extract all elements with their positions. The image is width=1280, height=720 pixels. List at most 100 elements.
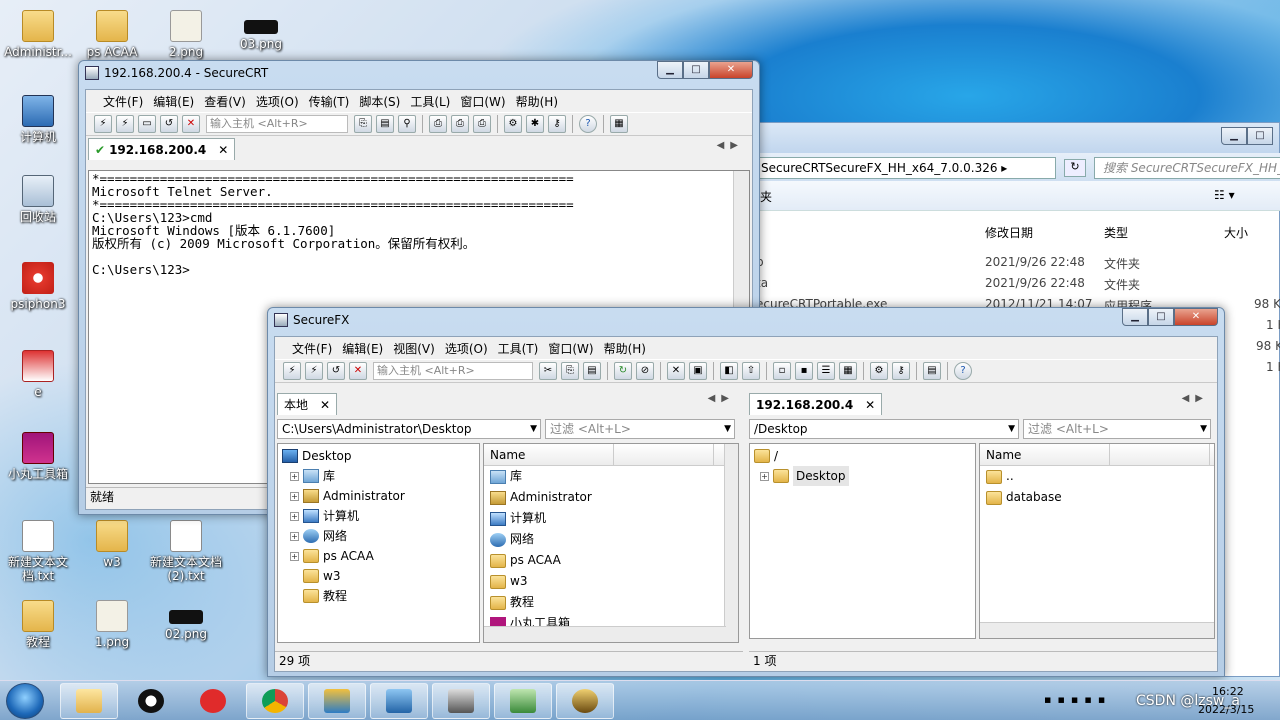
list-item[interactable]: 库 [484, 466, 738, 487]
list-item[interactable]: Administrator [484, 487, 738, 508]
expand-icon[interactable]: + [290, 511, 299, 521]
close-button[interactable]: ✕ [709, 61, 753, 79]
tab-scroll-arrows[interactable]: ◀▶ [1182, 393, 1209, 404]
view-options-icon[interactable]: ☷ ▾ [1214, 188, 1235, 202]
quick-connect-icon[interactable]: ⚡ [305, 362, 323, 380]
menu-item[interactable]: 窗口(W) [455, 93, 510, 110]
explorer-path[interactable]: SecureCRTSecureFX_HH_x64_7.0.0.326 ▸ [756, 157, 1056, 179]
desktop-icon[interactable]: 新建文本文档 (2).txt [150, 520, 222, 583]
quick-connect-icon[interactable]: ⚡ [116, 115, 134, 133]
reconnect-icon[interactable]: ↺ [160, 115, 178, 133]
desktop-icon[interactable]: 计算机 [2, 95, 74, 144]
expand-icon[interactable]: + [290, 551, 299, 561]
taskbar-qq[interactable] [122, 683, 180, 719]
desktop-icon[interactable]: 新建文本文档.txt [2, 520, 74, 583]
find-icon[interactable]: ⚲ [398, 115, 416, 133]
stop-icon[interactable]: ⊘ [636, 362, 654, 380]
host-input[interactable]: 输入主机 <Alt+R> [206, 115, 348, 133]
col-name[interactable]: Name [484, 444, 614, 465]
session-options-icon[interactable]: ⚙ [504, 115, 522, 133]
maximize-button[interactable]: □ [1247, 127, 1273, 145]
details-view-icon[interactable]: ▦ [839, 362, 857, 380]
taskbar-netease-music[interactable] [184, 683, 242, 719]
keymap-icon[interactable]: ⚷ [892, 362, 910, 380]
maximize-button[interactable]: □ [1148, 308, 1174, 326]
taskbar-remote-desktop[interactable] [370, 683, 428, 719]
desktop-icon[interactable]: 2.png [150, 10, 222, 59]
large-icons-icon[interactable]: ▫ [773, 362, 791, 380]
refresh-icon[interactable]: ↻ [614, 362, 632, 380]
taskbar-tool[interactable] [556, 683, 614, 719]
tree-item[interactable]: Desktop [282, 446, 475, 466]
securecrt-titlebar[interactable]: 192.168.200.4 - SecureCRT ▁ □ ✕ [79, 61, 759, 85]
close-tab-icon[interactable]: ✕ [218, 143, 228, 157]
menu-item[interactable]: 选项(O) [440, 340, 493, 357]
refresh-icon[interactable]: ↻ [1064, 159, 1086, 177]
local-tab[interactable]: 本地 ✕ [277, 393, 338, 415]
help-icon[interactable]: ? [954, 362, 972, 380]
print-selection-icon[interactable]: ⎙ [451, 115, 469, 133]
remote-tab[interactable]: 192.168.200.4 ✕ [749, 393, 883, 415]
local-file-list[interactable]: Name 库 Administrator 计算机 网络 ps ACAA w3 教程 小丸工具箱 [483, 443, 739, 643]
explorer-search-input[interactable]: 搜索 SecureCRTSecureFX_HH_x... [1094, 157, 1280, 179]
tree-item[interactable]: / [754, 446, 971, 466]
menu-item[interactable]: 帮助(H) [599, 340, 651, 357]
tree-item[interactable]: + 网络 [282, 526, 475, 546]
desktop-icon[interactable]: 教程 [2, 600, 74, 649]
menu-item[interactable]: 窗口(W) [543, 340, 598, 357]
tree-item[interactable]: + 计算机 [282, 506, 475, 526]
help-icon[interactable]: ? [579, 115, 597, 133]
print-icon[interactable]: ⎙ [429, 115, 447, 133]
menu-item[interactable]: 工具(L) [405, 93, 455, 110]
tree-view-icon[interactable]: ◧ [720, 362, 738, 380]
menu-item[interactable]: 工具(T) [493, 340, 544, 357]
list-item[interactable]: .. [980, 466, 1214, 487]
securefx-titlebar[interactable]: SecureFX ▁ □ ✕ [268, 308, 1224, 332]
minimize-button[interactable]: ▁ [657, 61, 683, 79]
menu-item[interactable]: 编辑(E) [337, 340, 388, 357]
keymap-icon[interactable]: ⚷ [548, 115, 566, 133]
start-button[interactable] [6, 683, 44, 719]
taskbar-chrome[interactable] [246, 683, 304, 719]
desktop-icon[interactable]: ps ACAA [76, 10, 148, 59]
desktop-icon[interactable]: 03.png [225, 10, 297, 51]
up-folder-icon[interactable]: ⇧ [742, 362, 760, 380]
menu-item[interactable]: 选项(O) [251, 93, 304, 110]
desktop-icon[interactable]: e [2, 350, 74, 399]
copy-icon[interactable]: ⎘ [561, 362, 579, 380]
securecrt-launch-icon[interactable]: ▤ [923, 362, 941, 380]
chevron-down-icon[interactable]: ▼ [530, 420, 537, 438]
local-path-input[interactable]: C:\Users\Administrator\Desktop ▼ [277, 419, 541, 439]
desktop-icon[interactable]: Administr... [2, 10, 74, 59]
list-item[interactable]: 网络 [484, 529, 738, 550]
menu-item[interactable]: 编辑(E) [148, 93, 199, 110]
taskbar-app[interactable] [308, 683, 366, 719]
properties-icon[interactable]: ▣ [689, 362, 707, 380]
list-item[interactable]: 计算机 [484, 508, 738, 529]
tree-item[interactable]: w3 [282, 566, 475, 586]
desktop-icon[interactable]: psiphon3 [2, 262, 74, 311]
cut-icon[interactable]: ✂ [539, 362, 557, 380]
maximize-button[interactable]: □ [683, 61, 709, 79]
desktop-icon[interactable]: w3 [76, 520, 148, 569]
connect-tab-icon[interactable]: ▭ [138, 115, 156, 133]
close-button[interactable]: ✕ [1174, 308, 1218, 326]
tray-icons[interactable]: ▪▪▪▪▪ [1044, 693, 1111, 706]
menu-item[interactable]: 视图(V) [388, 340, 440, 357]
expand-icon[interactable]: + [290, 471, 299, 481]
connect-icon[interactable]: ⚡ [283, 362, 301, 380]
connect-icon[interactable]: ⚡ [94, 115, 112, 133]
expand-icon[interactable]: + [760, 471, 769, 481]
reconnect-icon[interactable]: ↺ [327, 362, 345, 380]
minimize-button[interactable]: ▁ [1221, 127, 1247, 145]
col-size[interactable]: 大小 [1224, 224, 1248, 241]
chevron-down-icon[interactable]: ▼ [1008, 420, 1015, 438]
small-icons-icon[interactable]: ▪ [795, 362, 813, 380]
expand-icon[interactable]: + [290, 491, 299, 501]
paste-icon[interactable]: ▤ [583, 362, 601, 380]
remote-path-input[interactable]: /Desktop ▼ [749, 419, 1019, 439]
close-tab-icon[interactable]: ✕ [865, 398, 875, 412]
list-item[interactable]: w3 [484, 571, 738, 592]
options-icon[interactable]: ⚙ [870, 362, 888, 380]
menu-item[interactable]: 文件(F) [98, 93, 148, 110]
